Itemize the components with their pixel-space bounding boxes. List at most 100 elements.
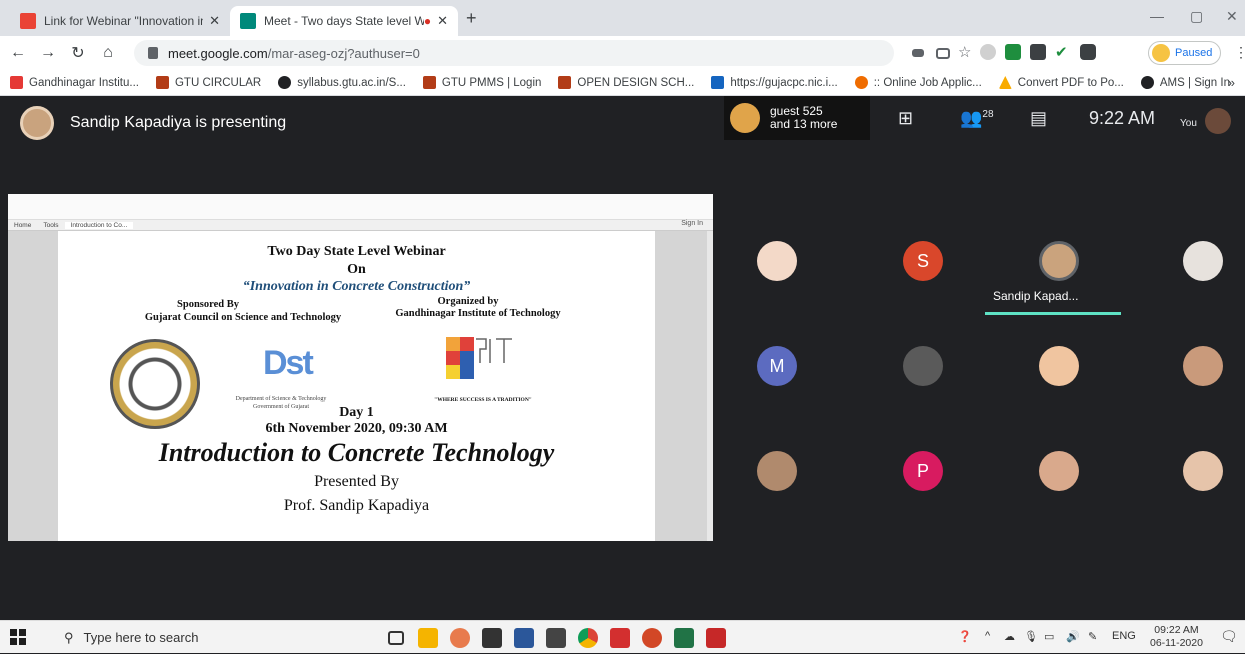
bookmark-item[interactable]: GTU CIRCULAR	[155, 76, 262, 89]
calculator-icon[interactable]	[546, 628, 566, 648]
participant-avatar[interactable]	[1183, 346, 1223, 386]
bookmark-item[interactable]: Gandhinagar Institu...	[10, 76, 139, 89]
help-icon[interactable]: ❓	[958, 630, 972, 643]
acrobat-tab: Introduction to Co...	[64, 221, 134, 229]
participant-avatar[interactable]: S	[903, 241, 943, 281]
participant-avatar[interactable]	[1039, 241, 1079, 281]
system-time: 09:22 AM	[1154, 624, 1199, 636]
participant-avatar[interactable]	[1183, 451, 1223, 491]
extensions-puzzle-icon[interactable]	[1080, 44, 1096, 60]
paint-icon[interactable]	[450, 628, 470, 648]
guest-tile[interactable]: guest 525 and 13 more	[724, 96, 870, 140]
extension-grid-icon[interactable]	[1030, 44, 1046, 60]
participant-avatar[interactable]	[1039, 346, 1079, 386]
language-indicator[interactable]: ENG	[1112, 630, 1136, 642]
chrome-menu-icon[interactable]: ⋮	[1234, 44, 1245, 61]
bookmark-icon	[155, 76, 169, 89]
acrobat-icon[interactable]	[610, 628, 630, 648]
dst-logo: Dst	[263, 344, 314, 382]
powerpoint-icon[interactable]	[642, 628, 662, 648]
tab-title: Meet - Two days State level W	[264, 14, 424, 28]
bookmark-item[interactable]: AMS | Sign In	[1140, 76, 1230, 89]
url-host: meet.google.com	[168, 45, 268, 61]
chrome-icon[interactable]	[578, 628, 598, 648]
bookmark-item[interactable]: OPEN DESIGN SCH...	[558, 76, 694, 89]
tray-chevron-icon[interactable]: ^	[985, 630, 990, 642]
tab-webinar-link[interactable]: Link for Webinar "Innovation in C ✕	[10, 6, 230, 36]
participant-avatar[interactable]	[903, 346, 943, 386]
forward-icon[interactable]: →	[36, 44, 60, 62]
store-icon[interactable]	[482, 628, 502, 648]
address-bar[interactable]: meet.google.com/mar-aseg-ozj?authuser=0	[134, 40, 894, 66]
tab-meet[interactable]: Meet - Two days State level W ● ✕	[230, 6, 458, 36]
acrobat-icon[interactable]	[706, 628, 726, 648]
system-clock[interactable]: 09:22 AM 06-11-2020	[1150, 624, 1203, 650]
profile-avatar	[1152, 44, 1170, 62]
file-explorer-icon[interactable]	[418, 628, 438, 648]
chat-icon[interactable]: ▤	[1030, 108, 1047, 129]
close-icon[interactable]: ✕	[209, 13, 220, 29]
pdf-page: Two Day State Level Webinar On “Innovati…	[58, 231, 655, 541]
onedrive-icon[interactable]: ☁	[1004, 630, 1015, 643]
extension-globe-icon[interactable]	[980, 44, 996, 60]
maximize-button[interactable]: ▢	[1190, 8, 1203, 25]
presenter-text: Sandip Kapadiya is presenting	[70, 114, 287, 131]
battery-icon[interactable]: ▭	[1044, 630, 1054, 643]
reload-icon[interactable]: ↻	[66, 43, 90, 63]
bookmark-icon	[854, 76, 868, 89]
bookmark-label: Convert PDF to Po...	[1017, 76, 1124, 89]
bookmark-item[interactable]: syllabus.gtu.ac.in/S...	[278, 76, 406, 89]
camera-icon[interactable]	[912, 49, 924, 57]
profile-button[interactable]: Paused	[1148, 41, 1222, 65]
participant-avatar[interactable]: P	[903, 451, 943, 491]
windows-taskbar: ⚲ Type here to search ❓ ^ ☁ 🎙 ▭ 🔊 ✎ ENG …	[0, 620, 1245, 653]
bookmark-item[interactable]: https://gujacpc.nic.i...	[711, 76, 838, 89]
new-tab-button[interactable]: +	[466, 8, 477, 29]
excel-icon[interactable]	[674, 628, 694, 648]
presenter-banner: Sandip Kapadiya is presenting	[20, 106, 286, 140]
bookmark-label: GTU CIRCULAR	[174, 76, 262, 89]
profile-status: Paused	[1175, 47, 1213, 59]
shared-screen: Home Tools Introduction to Co... Sign In…	[8, 194, 713, 541]
volume-icon[interactable]: 🔊	[1066, 630, 1080, 643]
pen-icon[interactable]: ✎	[1088, 630, 1097, 643]
git-logo	[446, 337, 512, 379]
window-close-button[interactable]: ✕	[1226, 8, 1238, 25]
participant-avatar[interactable]	[757, 241, 797, 281]
extension-green-icon[interactable]	[1005, 44, 1021, 60]
presented-by: Presented By	[314, 473, 399, 490]
participant-avatar[interactable]	[1039, 451, 1079, 491]
taskbar-search-placeholder: Type here to search	[83, 630, 199, 645]
bookmark-item[interactable]: :: Online Job Applic...	[854, 76, 982, 89]
bookmark-icon	[10, 76, 23, 89]
minimize-button[interactable]: —	[1150, 8, 1164, 24]
task-view-icon[interactable]	[388, 631, 404, 645]
participant-avatar[interactable]	[757, 451, 797, 491]
bookmark-label: GTU PMMS | Login	[441, 76, 542, 89]
word-icon[interactable]	[514, 628, 534, 648]
notifications-icon[interactable]: 🗨	[1220, 628, 1238, 645]
close-icon[interactable]: ✕	[437, 13, 448, 29]
slide-presenter: Prof. Sandip Kapadiya	[283, 497, 430, 514]
browser-toolbar: ← → ↻ ⌂ meet.google.com/mar-aseg-ozj?aut…	[0, 36, 1245, 70]
meeting-clock: 9:22 AM	[1089, 108, 1156, 128]
slide-day: Day 1	[339, 405, 374, 420]
mic-icon[interactable]: 🎙	[1024, 630, 1038, 643]
bookmark-item[interactable]: GTU PMMS | Login	[422, 76, 542, 89]
participant-avatar[interactable]: M	[757, 346, 797, 386]
acrobat-tab: Tools	[43, 221, 59, 229]
back-icon[interactable]: ←	[6, 44, 30, 62]
self-avatar[interactable]	[1205, 108, 1231, 134]
bookmark-item[interactable]: Convert PDF to Po...	[998, 76, 1124, 89]
home-icon[interactable]: ⌂	[96, 44, 120, 62]
star-icon[interactable]: ☆	[958, 43, 974, 61]
slide-on: On	[347, 262, 366, 277]
participant-avatar[interactable]	[1183, 241, 1223, 281]
more-bookmarks-icon[interactable]: »	[1228, 75, 1235, 90]
layout-icon[interactable]: ⊞	[898, 108, 913, 129]
extension-check-icon[interactable]: ✔	[1055, 43, 1071, 61]
people-icon[interactable]: 👥28	[960, 108, 994, 129]
taskbar-search[interactable]: ⚲ Type here to search	[50, 621, 370, 654]
cast-icon[interactable]	[936, 48, 950, 59]
windows-start-icon[interactable]	[10, 629, 26, 645]
